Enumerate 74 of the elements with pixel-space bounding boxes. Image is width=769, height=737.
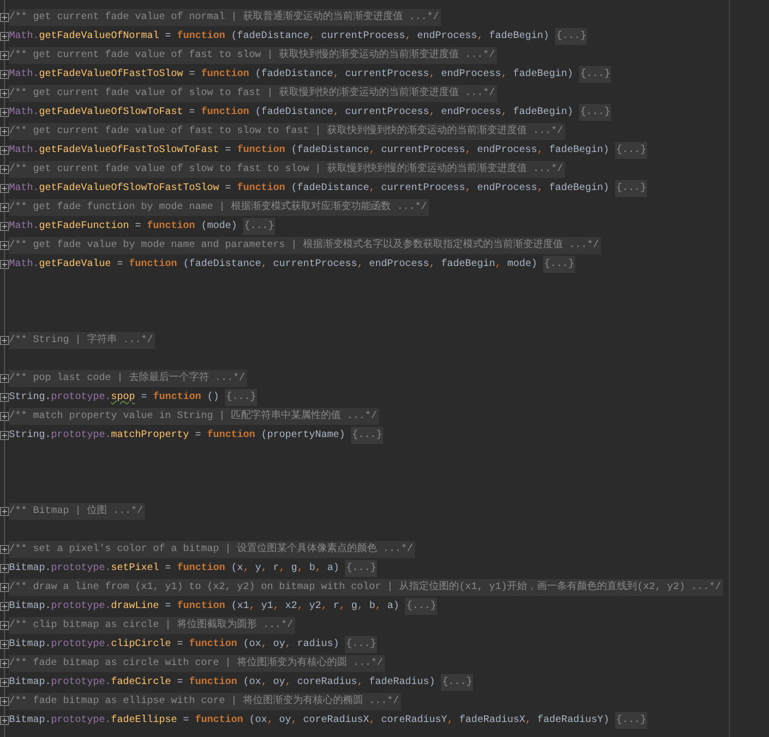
fold-expand-icon[interactable] xyxy=(0,127,9,136)
doc-comment: /** get current fade value of slow to fast to slow | 获取慢到快到慢的渐变运动的当前渐变进度值 ...*/ xyxy=(9,161,566,178)
fold-expand-icon[interactable] xyxy=(0,564,9,573)
fold-expand-icon[interactable] xyxy=(0,260,9,269)
folded-code-placeholder[interactable]: {...} xyxy=(441,674,474,691)
doc-comment: /** set a pixel's color of a bitmap | 设置位图某个具体像素点的颜色 ...*/ xyxy=(9,541,416,558)
code-text: Math.getFadeValue = function (fadeDistance, currentProcess, endProcess, fadeBegin, mode) xyxy=(9,258,538,272)
fold-expand-icon[interactable] xyxy=(0,89,9,98)
fold-expand-icon[interactable] xyxy=(0,336,9,345)
fold-expand-icon[interactable] xyxy=(0,203,9,212)
doc-comment: /** draw a line from (x1, y1) to (x2, y2) on bitmap with color | 从指定位图的(x1, y1)开始，画一条有颜色的直线到(x2, y2) ...*/ xyxy=(9,579,724,596)
fold-expand-icon[interactable] xyxy=(0,146,9,155)
fold-expand-icon[interactable] xyxy=(0,412,9,421)
doc-comment: /** get current fade value of slow to fast | 获取慢到快的渐变运动的当前渐变进度值 ...*/ xyxy=(9,85,498,102)
fold-expand-icon[interactable] xyxy=(0,678,9,687)
code-text: Math.getFadeValueOfSlowToFast = function (fadeDistance, currentProcess, endProcess, fadeBegin) xyxy=(9,106,574,120)
fold-expand-icon[interactable] xyxy=(0,545,9,554)
folded-code-placeholder[interactable]: {...} xyxy=(345,636,378,653)
fold-expand-icon[interactable] xyxy=(0,431,9,440)
fold-expand-icon[interactable] xyxy=(0,13,9,22)
fold-expand-icon[interactable] xyxy=(0,222,9,231)
fold-expand-icon[interactable] xyxy=(0,165,9,174)
doc-comment: /** get current fade value of fast to slow | 获取快到慢的渐变运动的当前渐变进度值 ...*/ xyxy=(9,47,498,64)
fold-expand-icon[interactable] xyxy=(0,621,9,630)
doc-comment: /** match property value in String | 匹配字符串中某属性的值 ...*/ xyxy=(9,408,380,425)
fold-expand-icon[interactable] xyxy=(0,507,9,516)
doc-comment: /** fade bitmap as circle with core | 将位图渐变为有核心的圆 ...*/ xyxy=(9,655,386,672)
doc-comment: /** clip bitmap as circle | 将位图截取为圆形 ...*/ xyxy=(9,617,296,634)
code-text: String.prototype.matchProperty = function (propertyName) xyxy=(9,428,346,443)
fold-expand-icon[interactable] xyxy=(0,51,9,60)
folded-code-placeholder[interactable]: {...} xyxy=(615,142,648,159)
fold-expand-icon[interactable] xyxy=(0,659,9,668)
code-text: Bitmap.prototype.fadeCircle = function (ox, oy, coreRadius, fadeRadius) xyxy=(9,676,436,690)
code-text: Math.getFadeValueOfSlowToFastToSlow = function (fadeDistance, currentProcess, endProcess, fadeBegin) xyxy=(9,182,610,196)
doc-comment: /** get fade value by mode name and parameters | 根据渐变模式名字以及参数获取指定模式的当前渐变进度值 ...*/ xyxy=(9,237,602,254)
folded-code-placeholder[interactable]: {...} xyxy=(225,389,258,406)
folded-code-placeholder[interactable]: {...} xyxy=(351,427,384,444)
fold-expand-icon[interactable] xyxy=(0,583,9,592)
fold-expand-icon[interactable] xyxy=(0,70,9,79)
fold-expand-icon[interactable] xyxy=(0,374,9,383)
folded-code-placeholder[interactable]: {...} xyxy=(579,104,612,121)
fold-expand-icon[interactable] xyxy=(0,108,9,117)
code-text: Bitmap.prototype.clipCircle = function (ox, oy, radius) xyxy=(9,638,340,652)
doc-comment: /** pop last code | 去除最后一个字符 ...*/ xyxy=(9,370,248,387)
fold-expand-icon[interactable] xyxy=(0,697,9,706)
code-text: Bitmap.prototype.setPixel = function (x, y, r, g, b, a) xyxy=(9,562,340,576)
code-text: Bitmap.prototype.fadeEllipse = function (ox, oy, coreRadiusX, coreRadiusY, fadeRadiusX, fadeRadiusY) xyxy=(9,714,610,728)
code-text: Math.getFadeFunction = function (mode) xyxy=(9,220,238,234)
fold-expand-icon[interactable] xyxy=(0,393,9,402)
folded-code-placeholder[interactable]: {...} xyxy=(555,28,588,45)
fold-expand-icon[interactable] xyxy=(0,32,9,41)
code-text: Bitmap.prototype.drawLine = function (x1, y1, x2, y2, r, g, b, a) xyxy=(9,600,400,614)
folded-code-placeholder[interactable]: {...} xyxy=(543,256,576,273)
code-text: String.prototype.spop = function () xyxy=(9,390,220,405)
doc-comment: /** Bitmap | 位图 ...*/ xyxy=(9,503,146,520)
folded-code-placeholder[interactable]: {...} xyxy=(243,218,276,235)
folded-code-placeholder[interactable]: {...} xyxy=(615,180,648,197)
doc-comment: /** get current fade value of fast to slow to fast | 获取快到慢到快的渐变运动的当前渐变进度值 ...*/ xyxy=(9,123,566,140)
fold-expand-icon[interactable] xyxy=(0,716,9,725)
folded-code-placeholder[interactable]: {...} xyxy=(405,598,438,615)
doc-comment: /** get fade function by mode name | 根据渐变模式获取对应渐变功能函数 ...*/ xyxy=(9,199,430,216)
fold-expand-icon[interactable] xyxy=(0,184,9,193)
code-text: Math.getFadeValueOfNormal = function (fadeDistance, currentProcess, endProcess, fadeBegin) xyxy=(9,30,550,44)
doc-comment: /** fade bitmap as ellipse with core | 将位图渐变为有核心的椭圆 ...*/ xyxy=(9,693,402,710)
code-text: Math.getFadeValueOfFastToSlow = function (fadeDistance, currentProcess, endProcess, fadeBegin) xyxy=(9,68,574,82)
folded-code-placeholder[interactable]: {...} xyxy=(615,712,648,729)
fold-expand-icon[interactable] xyxy=(0,241,9,250)
fold-expand-icon[interactable] xyxy=(0,640,9,649)
fold-expand-icon[interactable] xyxy=(0,602,9,611)
code-text: Math.getFadeValueOfFastToSlowToFast = function (fadeDistance, currentProcess, endProcess, fadeBegin) xyxy=(9,144,610,158)
doc-comment: /** get current fade value of normal | 获取普通渐变运动的当前渐变进度值 ...*/ xyxy=(9,9,442,26)
folded-code-placeholder[interactable]: {...} xyxy=(345,560,378,577)
doc-comment: /** String | 字符串 ...*/ xyxy=(9,332,156,349)
folded-code-placeholder[interactable]: {...} xyxy=(579,66,612,83)
